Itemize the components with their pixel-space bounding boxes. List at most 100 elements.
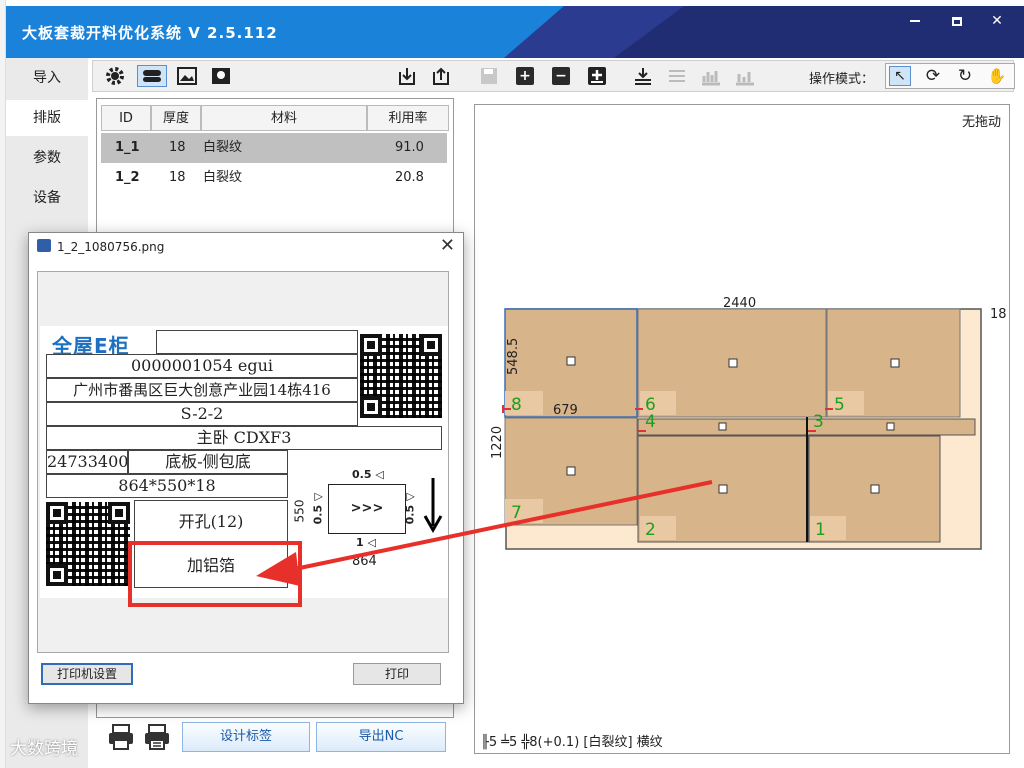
remove-icon[interactable]: −	[549, 65, 573, 87]
row-thickness: 18	[169, 170, 186, 185]
row-material: 白裂纹	[203, 140, 243, 155]
edge-left: 0.5 ▽	[311, 492, 325, 525]
edge-top: 0.5 ◁	[352, 468, 384, 481]
layers-icon[interactable]	[137, 65, 167, 87]
layout-canvas[interactable]: 无拖动 2440 18 1220 548.5 679 8 6 5 4 3 7 2…	[474, 104, 1010, 754]
minimize-icon	[910, 20, 920, 22]
add-icon[interactable]: +	[513, 65, 537, 87]
row-id: 1_2	[115, 170, 140, 185]
chart2-icon	[733, 65, 757, 87]
download-icon[interactable]	[631, 65, 655, 87]
image-icon[interactable]	[175, 65, 199, 87]
board-height-label: 1220	[490, 426, 505, 459]
row-thickness: 18	[169, 140, 186, 155]
sidebar-item-params[interactable]: 参数	[6, 140, 88, 176]
board-status: ╟5 ╧5 ╬8(+0.1) [白裂纹] 横纹	[481, 735, 663, 750]
panel-marker	[718, 484, 728, 494]
panel-marker	[718, 422, 727, 431]
down-arrow-icon	[423, 478, 443, 534]
side-dimension: 550	[292, 499, 307, 523]
header-thickness[interactable]: 厚度	[151, 105, 201, 131]
sidebar-item-import[interactable]: 导入	[6, 60, 88, 96]
printer-icon[interactable]	[106, 722, 136, 752]
label-room: 主卧 CDXF3	[46, 426, 442, 450]
qr-code-top	[360, 334, 442, 418]
hand-icon[interactable]: ✋	[986, 66, 1008, 86]
title-bar: 大板套裁开料优化系统 V 2.5.112 ✕	[6, 6, 1024, 58]
label-code: S-2-2	[46, 402, 358, 426]
row-rate: 91.0	[395, 140, 424, 155]
refresh-icon[interactable]: ↻	[954, 66, 976, 86]
pointer-icon[interactable]: ↖	[889, 66, 911, 86]
qr-code-bottom	[46, 502, 130, 586]
print-button[interactable]: 打印	[353, 663, 441, 685]
watermark: 大数跨境	[10, 739, 78, 759]
print-preview-icon[interactable]	[209, 65, 233, 87]
image-file-icon	[37, 239, 51, 252]
maximize-icon	[952, 16, 962, 26]
upload-icon	[665, 65, 689, 87]
label-part-name: 底板-侧包底	[128, 450, 288, 474]
sidebar-item-device[interactable]: 设备	[6, 180, 88, 216]
panel-marker	[566, 466, 576, 476]
label-address: 广州市番禺区巨大创意产业园14栋416	[46, 378, 358, 402]
header-rate[interactable]: 利用率	[367, 105, 449, 131]
minimize-button[interactable]	[898, 10, 932, 32]
dialog-title: 1_2_1080756.png	[57, 240, 165, 254]
rotate-icon[interactable]: ⟳	[922, 66, 944, 86]
save-icon	[477, 65, 501, 87]
toolbar: + − 操作模式： ↖ ⟳ ↻ ✋	[92, 60, 1015, 92]
label-holes: 开孔(12)	[134, 500, 288, 544]
row-material: 白裂纹	[203, 170, 243, 185]
close-button[interactable]: ✕	[980, 10, 1014, 32]
part-number: 3	[813, 412, 824, 432]
table-row[interactable]: 1_2 18 白裂纹 20.8	[101, 163, 447, 193]
sidebar-item-layout[interactable]: 排版	[6, 100, 88, 136]
part-diagram: >>>	[328, 484, 406, 534]
label-size: 864*550*18	[46, 474, 288, 498]
row-id: 1_1	[115, 140, 140, 155]
edge-right: 0.5 ▽	[403, 492, 417, 525]
panel-marker	[566, 356, 576, 366]
label-order-no: 0000001054 egui	[46, 354, 358, 378]
mode-group: ↖ ⟳ ↻ ✋	[885, 63, 1015, 89]
export-nc-button[interactable]: 导出NC	[316, 722, 446, 752]
part-number: 4	[645, 412, 656, 432]
chart-icon	[699, 65, 723, 87]
dialog-close-icon[interactable]: ✕	[440, 235, 455, 256]
header-material[interactable]: 材料	[201, 105, 367, 131]
panel-marker	[890, 358, 900, 368]
part-number: 2	[645, 520, 656, 540]
board-thickness-label: 18	[990, 307, 1007, 322]
board-width-label: 2440	[723, 296, 756, 311]
design-label-button[interactable]: 设计标签	[182, 722, 310, 752]
table-row[interactable]: 1_1 18 白裂纹 91.0	[101, 133, 447, 163]
edge-bottom: 1 ◁	[356, 536, 376, 549]
part-number: 8	[511, 395, 522, 415]
export-icon[interactable]	[429, 65, 453, 87]
panel-height-label: 548.5	[506, 338, 521, 375]
printer-alt-icon[interactable]	[142, 722, 172, 752]
table-header: ID 厚度 材料 利用率	[101, 105, 449, 131]
panel-marker	[728, 358, 738, 368]
header-id[interactable]: ID	[101, 105, 151, 131]
label-preview-dialog: 1_2_1080756.png ✕ 全屋E柜 0000001054 egui 广…	[28, 232, 464, 704]
gear-icon[interactable]	[103, 65, 127, 87]
label-part-id: 24733400	[46, 450, 128, 474]
board-drawing: 2440 18 1220 548.5 679 8 6 5 4 3 7 2 1	[490, 296, 1007, 550]
highlight-box	[128, 541, 302, 607]
app-title: 大板套裁开料优化系统 V 2.5.112	[22, 24, 278, 42]
panel-marker	[870, 484, 880, 494]
part-number: 5	[834, 395, 845, 415]
mode-label: 操作模式：	[809, 72, 875, 87]
panel-width-label: 679	[553, 403, 578, 418]
close-icon: ✕	[991, 13, 1003, 29]
maximize-button[interactable]	[940, 10, 974, 32]
printer-settings-button[interactable]: 打印机设置	[41, 663, 133, 685]
part-number: 1	[815, 520, 826, 540]
import-icon[interactable]	[395, 65, 419, 87]
add-board-icon[interactable]	[585, 65, 609, 87]
row-rate: 20.8	[395, 170, 424, 185]
bottom-dimension: 864	[352, 554, 377, 569]
panel-marker	[886, 422, 895, 431]
